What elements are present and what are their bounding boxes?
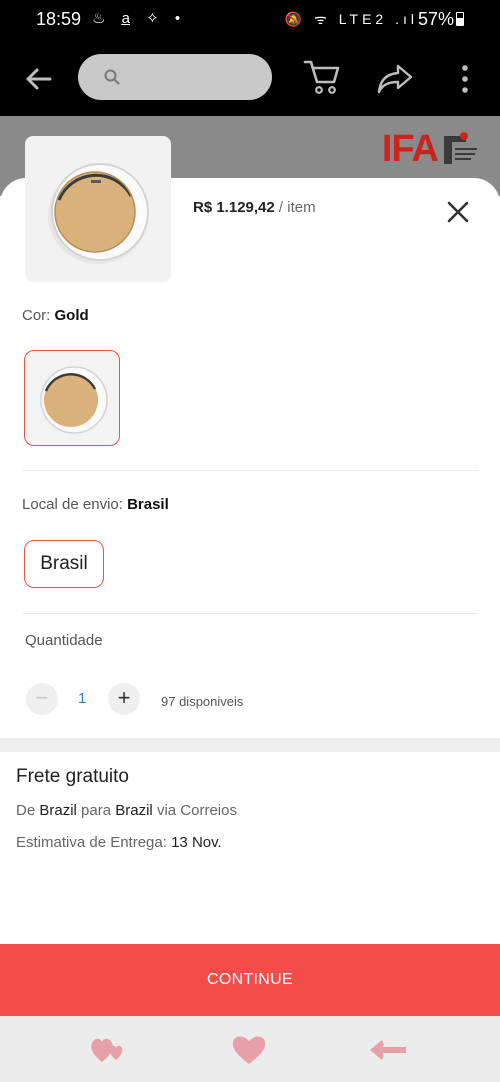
estimate-label: Estimativa de Entrega: xyxy=(16,834,167,851)
color-option-image xyxy=(40,366,108,434)
price-amount: R$ 1.129,42 xyxy=(193,199,275,216)
section-gap xyxy=(0,738,500,752)
notification-icons: ♨ a̲ ✧ • xyxy=(92,10,187,27)
color-option-gold[interactable] xyxy=(24,350,120,446)
product-image xyxy=(25,136,171,282)
shipping-route: De Brazil para Brazil via Correios xyxy=(16,802,237,819)
estimate-value: 13 Nov. xyxy=(171,834,222,851)
battery-icon xyxy=(456,12,464,26)
back-nav-icon[interactable] xyxy=(368,1038,408,1062)
route-prefix: De xyxy=(16,802,36,819)
shipping-title: Frete gratuito xyxy=(16,766,129,787)
color-label: Cor: xyxy=(22,307,51,324)
ship-from-option-brasil[interactable]: Brasil xyxy=(24,540,104,588)
ship-from-label-row: Local de envio: Brasil xyxy=(22,496,169,513)
search-icon xyxy=(104,69,120,85)
route-from: Brazil xyxy=(39,802,77,819)
close-icon[interactable] xyxy=(446,200,470,224)
award-badge-icon xyxy=(444,132,477,164)
ship-from-value: Brasil xyxy=(127,496,169,513)
back-arrow-icon[interactable] xyxy=(22,62,56,96)
search-input[interactable] xyxy=(78,54,272,100)
divider xyxy=(22,613,478,614)
divider xyxy=(22,470,478,471)
share-icon[interactable] xyxy=(376,62,414,96)
quantity-value[interactable]: 1 xyxy=(78,690,86,707)
quantity-decrease-button[interactable]: − xyxy=(26,683,58,715)
price: R$ 1.129,42 / item xyxy=(193,199,316,216)
favorites-icon[interactable] xyxy=(90,1036,130,1064)
more-options-icon[interactable] xyxy=(455,62,475,96)
continue-button[interactable]: CONTINUE xyxy=(0,944,500,1016)
quantity-label: Quantidade xyxy=(25,632,103,649)
stock-available: 97 disponiveis xyxy=(161,694,244,709)
bottom-nav-bar xyxy=(0,1016,500,1082)
route-carrier: via Correios xyxy=(156,802,237,819)
delivery-estimate: Estimativa de Entrega: 13 Nov. xyxy=(16,834,222,851)
robot-vacuum-image xyxy=(48,163,149,264)
color-value: Gold xyxy=(54,307,89,324)
battery-percent: 57% xyxy=(417,9,454,29)
heart-icon[interactable] xyxy=(230,1034,268,1066)
signal-icons: 🔕 ᯤ LTE2 .ıl xyxy=(284,11,418,27)
route-to: Brazil xyxy=(115,802,153,819)
route-mid: para xyxy=(81,802,112,819)
ifa-logo: IFA xyxy=(381,128,439,170)
price-unit: / item xyxy=(278,199,316,216)
status-time: 18:59 xyxy=(36,9,82,29)
ship-from-label: Local de envio: xyxy=(22,496,123,513)
status-bar: 18:59 ♨ a̲ ✧ • 🔕 ᯤ LTE2 .ıl 57% xyxy=(0,0,500,40)
quantity-increase-button[interactable]: + xyxy=(108,683,140,715)
app-bar xyxy=(0,40,500,116)
cart-icon[interactable] xyxy=(302,58,342,96)
color-label-row: Cor: Gold xyxy=(22,307,89,324)
